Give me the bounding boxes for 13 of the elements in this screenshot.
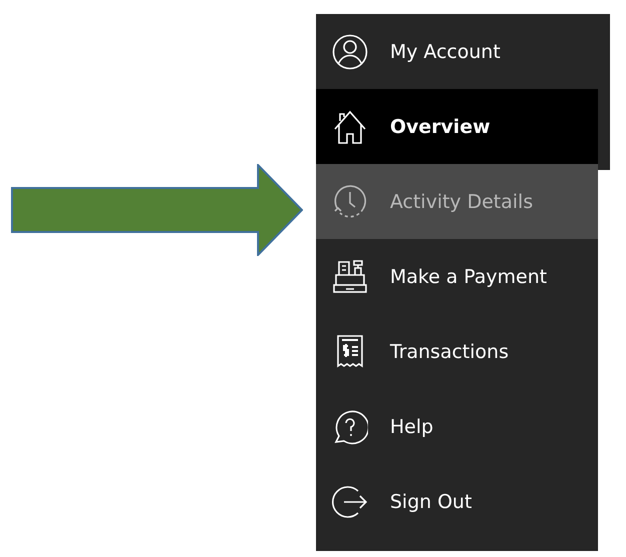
menu-item[interactable]: Overview: [316, 89, 598, 164]
menu-item[interactable]: Transactions: [316, 314, 598, 389]
user-icon: [332, 34, 368, 70]
menu-item[interactable]: Make a Payment: [316, 239, 598, 314]
menu-item[interactable]: Sign Out: [316, 464, 598, 539]
menu-item[interactable]: Help: [316, 389, 598, 464]
cash-register-icon: [332, 258, 368, 294]
sign-out-icon: [332, 484, 368, 520]
clock-icon: [332, 184, 368, 220]
menu-item[interactable]: Activity Details: [316, 164, 598, 239]
help-icon: [332, 408, 368, 444]
house-icon: [332, 108, 368, 144]
menu-item[interactable]: My Account: [316, 14, 598, 89]
